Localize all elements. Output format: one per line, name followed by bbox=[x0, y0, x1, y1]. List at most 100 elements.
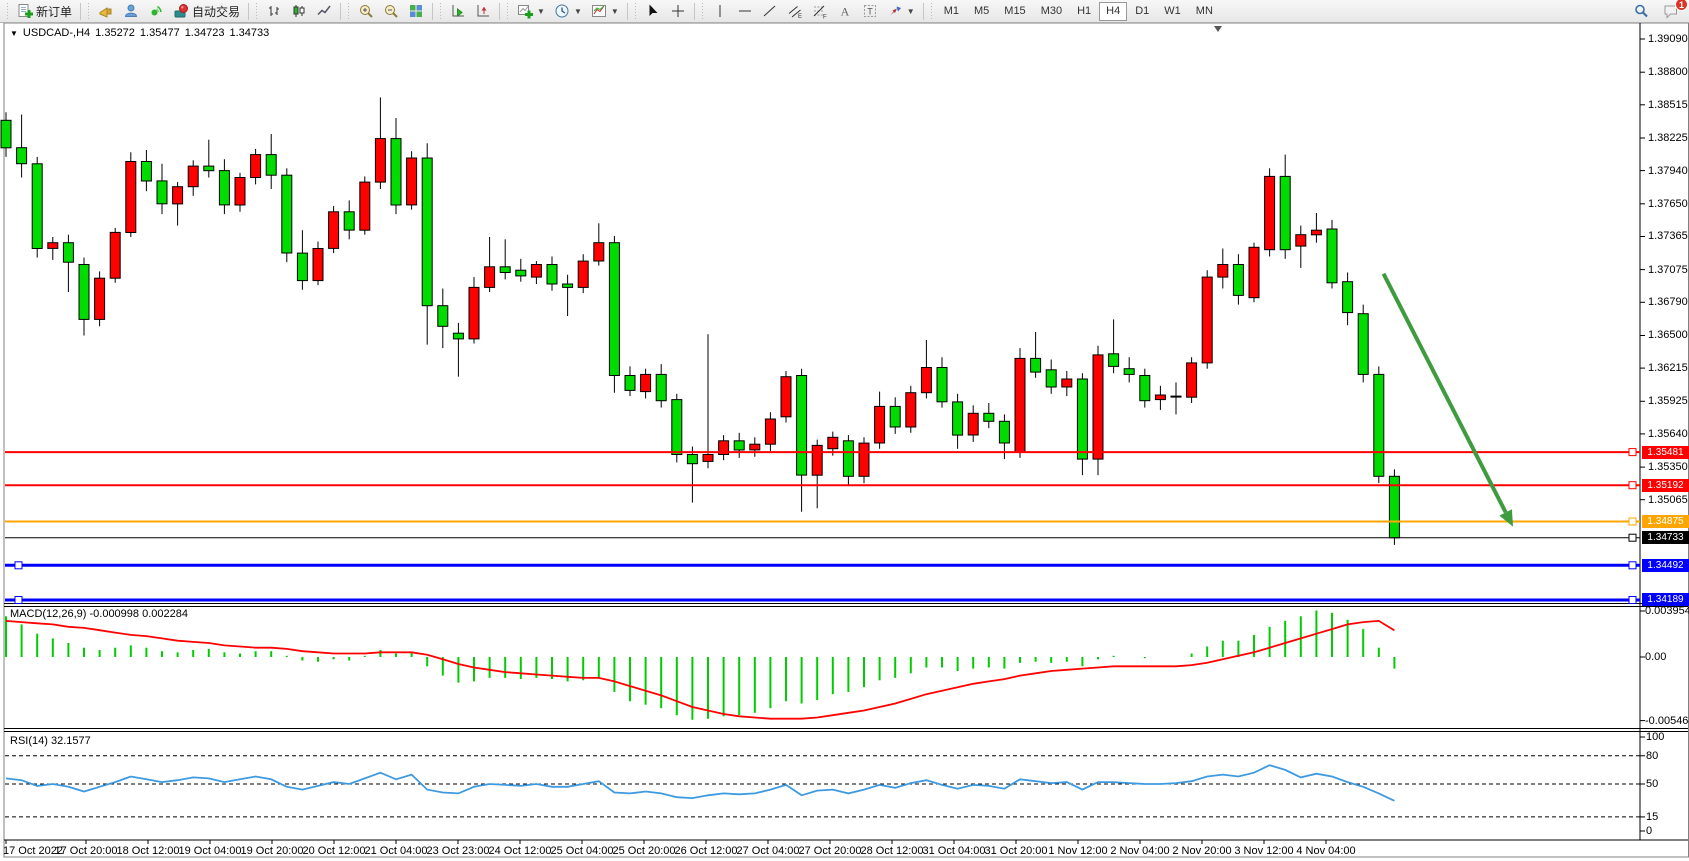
channel-icon: E bbox=[787, 3, 803, 19]
candles-chart-icon bbox=[291, 3, 307, 19]
cursor-icon bbox=[645, 3, 661, 19]
toolbar-separator bbox=[923, 3, 924, 20]
toolbar-grip bbox=[930, 3, 934, 20]
toolbar-grip bbox=[439, 3, 443, 20]
indicators-icon bbox=[517, 3, 533, 19]
channel-button[interactable]: E bbox=[783, 1, 807, 21]
zoom-out-icon bbox=[383, 3, 399, 19]
new-order-label: 新订单 bbox=[36, 3, 72, 20]
text-label-icon: T bbox=[862, 3, 878, 19]
signal-icon bbox=[148, 3, 164, 19]
chart-canvas[interactable] bbox=[0, 0, 1689, 861]
candles bbox=[1, 97, 1399, 545]
svg-text:A: A bbox=[840, 5, 849, 19]
text-label-button[interactable]: T bbox=[858, 1, 882, 21]
symbol-period-label: USDCAD-,H4 bbox=[23, 27, 90, 39]
timeframe-m15-button[interactable]: M15 bbox=[997, 2, 1032, 21]
chart-title: ▼ USDCAD-,H4 1.35272 1.35477 1.34723 1.3… bbox=[10, 27, 269, 39]
crosshair-button[interactable] bbox=[666, 1, 690, 21]
text-button[interactable]: A bbox=[833, 1, 857, 21]
horn-button[interactable] bbox=[94, 1, 118, 21]
line-chart-button[interactable] bbox=[312, 1, 336, 21]
templates-icon bbox=[591, 3, 607, 19]
hline-button[interactable] bbox=[733, 1, 757, 21]
zoom-out-button[interactable] bbox=[379, 1, 403, 21]
arrows-button[interactable]: ▼ bbox=[883, 1, 919, 21]
chart-shift-icon bbox=[475, 3, 491, 19]
timeframe-m1-button[interactable]: M1 bbox=[937, 2, 966, 21]
chevron-down-icon[interactable]: ▼ bbox=[537, 7, 545, 16]
macd-signal-line bbox=[6, 621, 1394, 719]
timeframe-m5-button[interactable]: M5 bbox=[967, 2, 996, 21]
hline-handle bbox=[1629, 482, 1636, 489]
horn-icon bbox=[98, 3, 114, 19]
chevron-down-icon[interactable]: ▼ bbox=[611, 7, 619, 16]
community-button[interactable] bbox=[119, 1, 143, 21]
hline-handle bbox=[1629, 597, 1636, 604]
timeframe-m30-button[interactable]: M30 bbox=[1034, 2, 1069, 21]
hline-handle bbox=[1629, 534, 1636, 541]
toolbar-separator bbox=[694, 3, 695, 20]
zoom-in-icon bbox=[358, 3, 374, 19]
toolbar-grip bbox=[701, 3, 705, 20]
auto-scroll-button[interactable] bbox=[446, 1, 470, 21]
toolbar-separator bbox=[432, 3, 433, 20]
periods-icon bbox=[554, 3, 570, 19]
text-icon: A bbox=[837, 3, 853, 19]
crosshair-icon bbox=[670, 3, 686, 19]
rsi-label: RSI(14) 32.1577 bbox=[10, 735, 91, 747]
hline-handle bbox=[1629, 562, 1636, 569]
new-order-button[interactable]: 新订单 bbox=[13, 1, 76, 21]
svg-text:T: T bbox=[867, 7, 873, 17]
hline-icon bbox=[737, 3, 753, 19]
timeframe-h1-button[interactable]: H1 bbox=[1070, 2, 1098, 21]
ohlc-low: 1.34723 bbox=[185, 27, 225, 39]
zoom-in-button[interactable] bbox=[354, 1, 378, 21]
tile-windows-button[interactable] bbox=[404, 1, 428, 21]
signal-button[interactable] bbox=[144, 1, 168, 21]
timeframe-mn-button[interactable]: MN bbox=[1189, 2, 1220, 21]
notifications-button[interactable]: 1 bbox=[1659, 1, 1683, 21]
toolbar-grip bbox=[87, 3, 91, 20]
search-button[interactable] bbox=[1629, 1, 1653, 21]
timeframe-h4-button[interactable]: H4 bbox=[1099, 2, 1127, 21]
templates-button[interactable]: ▼ bbox=[587, 1, 623, 21]
toolbar-separator bbox=[340, 3, 341, 20]
hline-handle bbox=[1629, 449, 1636, 456]
notification-badge: 1 bbox=[1675, 0, 1688, 11]
toolbar-grip bbox=[6, 3, 10, 20]
toolbar-grip bbox=[347, 3, 351, 20]
svg-text:F: F bbox=[823, 15, 827, 20]
autotrade-button[interactable]: 自动交易 bbox=[169, 1, 244, 21]
chevron-down-icon[interactable]: ▼ bbox=[907, 7, 915, 16]
ohlc-open: 1.35272 bbox=[95, 27, 135, 39]
cursor-button[interactable] bbox=[641, 1, 665, 21]
trend-arrow[interactable] bbox=[1384, 274, 1514, 527]
chevron-down-icon[interactable]: ▼ bbox=[574, 7, 582, 16]
periods-button[interactable]: ▼ bbox=[550, 1, 586, 21]
chart-shift-marker bbox=[1214, 26, 1222, 32]
chart-shift-button[interactable] bbox=[471, 1, 495, 21]
autotrade-label: 自动交易 bbox=[192, 3, 240, 20]
toolbar: 新订单 自动交易 ▼ ▼ ▼ E F A T ▼ M1M5M15M30H1H4D1W1MN 1 bbox=[0, 0, 1689, 23]
toolbar-grip bbox=[634, 3, 638, 20]
symbol-dropdown-icon[interactable]: ▼ bbox=[10, 29, 18, 38]
vline-icon bbox=[712, 3, 728, 19]
ohlc-close: 1.34733 bbox=[229, 27, 269, 39]
indicators-button[interactable]: ▼ bbox=[513, 1, 549, 21]
svg-text:E: E bbox=[798, 14, 802, 19]
hline-handle bbox=[15, 597, 22, 604]
toolbar-grip bbox=[255, 3, 259, 20]
trendline-button[interactable] bbox=[758, 1, 782, 21]
arrows-icon bbox=[887, 3, 903, 19]
timeframe-w1-button[interactable]: W1 bbox=[1157, 2, 1188, 21]
new-order-icon bbox=[17, 3, 33, 19]
toolbar-separator bbox=[248, 3, 249, 20]
timeframe-d1-button[interactable]: D1 bbox=[1128, 2, 1156, 21]
vline-button[interactable] bbox=[708, 1, 732, 21]
trendline-icon bbox=[762, 3, 778, 19]
candles-chart-button[interactable] bbox=[287, 1, 311, 21]
macd-label: MACD(12,26,9) -0.000998 0.002284 bbox=[10, 608, 188, 620]
bars-chart-button[interactable] bbox=[262, 1, 286, 21]
fibonacci-button[interactable]: F bbox=[808, 1, 832, 21]
